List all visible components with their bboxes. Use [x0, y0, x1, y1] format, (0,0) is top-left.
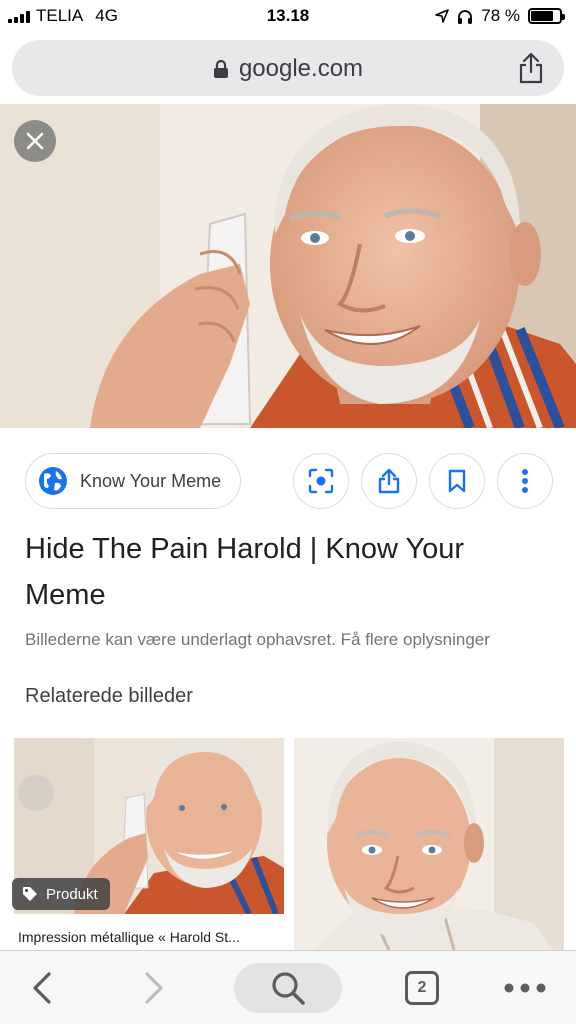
- close-button[interactable]: [14, 120, 56, 162]
- lens-button[interactable]: [293, 453, 349, 509]
- url-text[interactable]: google.com: [239, 55, 363, 83]
- tabs-button[interactable]: 2: [402, 963, 442, 1013]
- share-icon[interactable]: [518, 52, 544, 84]
- copyright-notice[interactable]: Billederne kan være underlagt ophavsret.…: [25, 630, 490, 650]
- related-caption-1[interactable]: Impression métallique « Harold St...: [18, 929, 286, 945]
- tag-icon: [23, 887, 37, 901]
- hero-image[interactable]: [0, 104, 576, 428]
- menu-button[interactable]: [500, 963, 550, 1013]
- more-options-button[interactable]: [497, 453, 553, 509]
- back-icon: [33, 972, 51, 1004]
- forward-icon: [145, 972, 163, 1004]
- battery-percent: 78 %: [481, 6, 520, 25]
- hero-photo: [0, 104, 576, 428]
- product-badge: Produkt: [12, 878, 110, 910]
- share-icon: [378, 468, 400, 494]
- headphones-icon: [458, 9, 473, 24]
- more-horizontal-icon: [504, 983, 546, 993]
- bottom-toolbar: 2: [0, 950, 576, 1024]
- bookmark-icon: [448, 469, 466, 493]
- address-bar[interactable]: google.com: [12, 40, 564, 96]
- related-photo-2: [294, 738, 564, 950]
- related-heading: Relaterede billeder: [25, 685, 193, 707]
- tabs-icon: 2: [405, 971, 439, 1005]
- share-button[interactable]: [361, 453, 417, 509]
- search-icon: [272, 972, 305, 1005]
- status-bar: TELIA 4G 13.18 78 %: [0, 0, 576, 34]
- battery-icon: [528, 8, 565, 24]
- related-image-2[interactable]: [294, 738, 564, 950]
- location-arrow-icon: [435, 9, 450, 23]
- more-vertical-icon: [522, 469, 528, 493]
- lock-icon: [213, 59, 228, 78]
- globe-icon: [39, 467, 67, 495]
- battery-level: [531, 11, 553, 21]
- lens-icon: [308, 468, 334, 494]
- search-button[interactable]: [234, 963, 342, 1013]
- forward-button[interactable]: [134, 963, 174, 1013]
- source-chip-label: Know Your Meme: [80, 470, 222, 491]
- status-right: 78 %: [435, 6, 565, 26]
- close-icon: [26, 132, 44, 150]
- back-button[interactable]: [22, 963, 62, 1013]
- page-title[interactable]: Hide The Pain Harold | Know Your Meme: [25, 526, 545, 618]
- source-chip[interactable]: Know Your Meme: [25, 453, 241, 509]
- product-badge-label: Produkt: [46, 885, 98, 903]
- bookmark-button[interactable]: [429, 453, 485, 509]
- tab-count: 2: [417, 979, 427, 996]
